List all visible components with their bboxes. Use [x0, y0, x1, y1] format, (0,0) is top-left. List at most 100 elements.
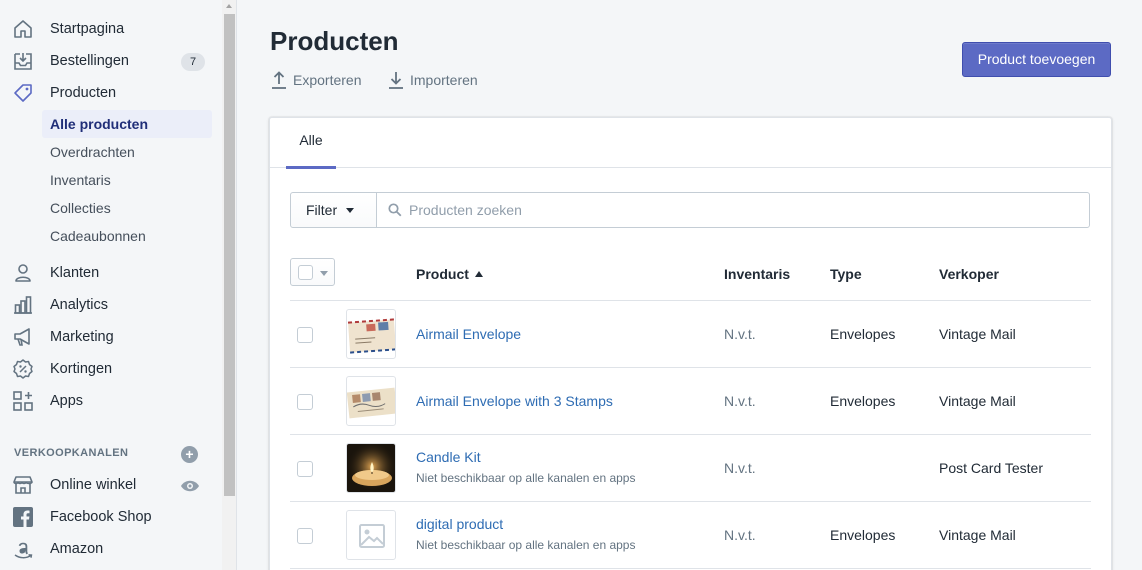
tab-alle[interactable]: Alle: [286, 118, 336, 169]
subnav-item-overdrachten[interactable]: Overdrachten: [42, 138, 212, 166]
subnav-label: Cadeaubonnen: [50, 228, 146, 244]
subnav-label: Collecties: [50, 200, 111, 216]
type-value: Envelopes: [830, 326, 896, 342]
import-link[interactable]: Importeren: [388, 70, 478, 90]
page-title: Producten: [270, 26, 399, 56]
inventory-value: N.v.t.: [724, 393, 756, 409]
orders-count-badge: 7: [181, 53, 205, 71]
subnav-item-cadeaubonnen[interactable]: Cadeaubonnen: [42, 222, 212, 250]
add-product-button[interactable]: Product toevoegen: [962, 42, 1111, 77]
nav-label: Apps: [50, 393, 84, 409]
row-checkbox[interactable]: [297, 394, 313, 410]
nav-label: Bestellingen: [50, 53, 129, 69]
nav-item-marketing[interactable]: Marketing: [0, 321, 222, 353]
orders-icon: [12, 50, 36, 72]
row-checkbox[interactable]: [297, 461, 313, 477]
nav-item-analytics[interactable]: Analytics: [0, 289, 222, 321]
nav-item-startpagina[interactable]: Startpagina: [0, 13, 222, 45]
product-thumbnail-candle[interactable]: [346, 443, 396, 493]
table-row[interactable]: Airmail Envelope with 3 Stamps N.v.t. En…: [290, 367, 1091, 434]
add-channel-icon[interactable]: +: [181, 446, 198, 463]
sales-channels-heading: VERKOOPKANALEN: [14, 447, 129, 459]
upload-icon: [272, 71, 286, 89]
product-thumbnail-airmail-envelope-stamps[interactable]: [346, 376, 396, 426]
column-header-product[interactable]: Product: [416, 266, 483, 282]
image-placeholder-icon: [359, 524, 385, 548]
store-icon: [12, 474, 36, 496]
search-input[interactable]: [409, 200, 1069, 220]
table-row[interactable]: Airmail Envelope N.v.t. Envelopes Vintag…: [290, 300, 1091, 367]
filter-label: Filter: [306, 202, 338, 218]
apps-icon: [12, 390, 36, 412]
vendor-value: Vintage Mail: [939, 527, 1016, 543]
filter-button[interactable]: Filter: [290, 192, 377, 228]
download-icon: [389, 72, 403, 89]
amazon-icon: [12, 538, 36, 560]
product-name-link[interactable]: Airmail Envelope with 3 Stamps: [416, 393, 613, 409]
sidebar-scrollbar[interactable]: [222, 0, 237, 570]
product-thumbnail-airmail-envelope[interactable]: [346, 309, 396, 359]
subnav-item-collecties[interactable]: Collecties: [42, 194, 212, 222]
table-row[interactable]: digital product Niet beschikbaar op alle…: [290, 501, 1091, 568]
availability-note: Niet beschikbaar op alle kanalen en apps: [416, 538, 636, 552]
nav-label: Producten: [50, 85, 117, 101]
nav-label: Marketing: [50, 329, 114, 345]
sidebar: Startpagina Bestellingen 7 Producten All…: [0, 0, 222, 570]
search-field[interactable]: [376, 192, 1090, 228]
nav-label: Analytics: [50, 297, 109, 313]
row-checkbox[interactable]: [297, 528, 313, 544]
export-link[interactable]: Exporteren: [271, 70, 361, 90]
select-all-checkbox[interactable]: [298, 265, 313, 280]
subnav-item-alle-producten[interactable]: Alle producten: [42, 110, 212, 138]
megaphone-icon: [12, 326, 36, 348]
chevron-down-icon: [346, 207, 355, 213]
vendor-value: Post Card Tester: [939, 460, 1044, 476]
nav-item-facebook-shop[interactable]: Facebook Shop: [0, 501, 222, 533]
export-label: Exporteren: [293, 72, 362, 88]
tab-bar: Alle: [270, 118, 1111, 169]
chevron-down-icon: [320, 271, 328, 276]
nav-item-producten[interactable]: Producten: [0, 77, 222, 109]
nav-item-klanten[interactable]: Klanten: [0, 257, 222, 289]
nav-item-apps[interactable]: Apps: [0, 385, 222, 417]
import-label: Importeren: [410, 72, 478, 88]
nav-label: Online winkel: [50, 477, 137, 493]
nav-label: Startpagina: [50, 21, 125, 37]
bar-chart-icon: [12, 294, 36, 316]
subnav-label: Overdrachten: [50, 144, 135, 160]
table-row[interactable]: Candle Kit Niet beschikbaar op alle kana…: [290, 434, 1091, 501]
main-content: Producten Exporteren Importeren Product …: [238, 0, 1142, 570]
nav-item-kortingen[interactable]: Kortingen: [0, 353, 222, 385]
column-label: Product: [416, 266, 469, 282]
eye-icon[interactable]: [180, 479, 200, 493]
select-all-dropdown[interactable]: [290, 258, 335, 286]
scrollbar-thumb[interactable]: [224, 14, 235, 496]
product-name-link[interactable]: digital product: [416, 516, 503, 532]
type-value: Envelopes: [830, 527, 896, 543]
sort-ascending-icon: [474, 271, 483, 277]
nav-label: Klanten: [50, 265, 100, 281]
product-name-link[interactable]: Candle Kit: [416, 449, 481, 465]
inventory-value: N.v.t.: [724, 527, 756, 543]
vendor-value: Vintage Mail: [939, 326, 1016, 342]
products-card: Alle Filter Product Inventaris Type Verk…: [269, 117, 1112, 570]
discount-icon: [12, 358, 36, 380]
subnav-item-inventaris[interactable]: Inventaris: [42, 166, 212, 194]
subnav-label: Alle producten: [50, 116, 149, 132]
row-checkbox[interactable]: [297, 327, 313, 343]
inventory-value: N.v.t.: [724, 326, 756, 342]
home-icon: [12, 18, 36, 40]
product-thumbnail-placeholder[interactable]: [346, 510, 396, 560]
inventory-value: N.v.t.: [724, 460, 756, 476]
nav-label: Facebook Shop: [50, 509, 152, 525]
nav-item-amazon[interactable]: Amazon: [0, 533, 222, 565]
customer-icon: [12, 262, 36, 284]
column-header-inventaris: Inventaris: [724, 266, 791, 282]
scroll-up-arrow-icon[interactable]: [226, 4, 232, 8]
column-header-type: Type: [830, 266, 862, 282]
nav-label: Amazon: [50, 541, 104, 557]
column-header-verkoper: Verkoper: [939, 266, 999, 282]
nav-item-bestellingen[interactable]: Bestellingen 7: [0, 45, 222, 77]
product-name-link[interactable]: Airmail Envelope: [416, 326, 521, 342]
type-value: Envelopes: [830, 393, 896, 409]
